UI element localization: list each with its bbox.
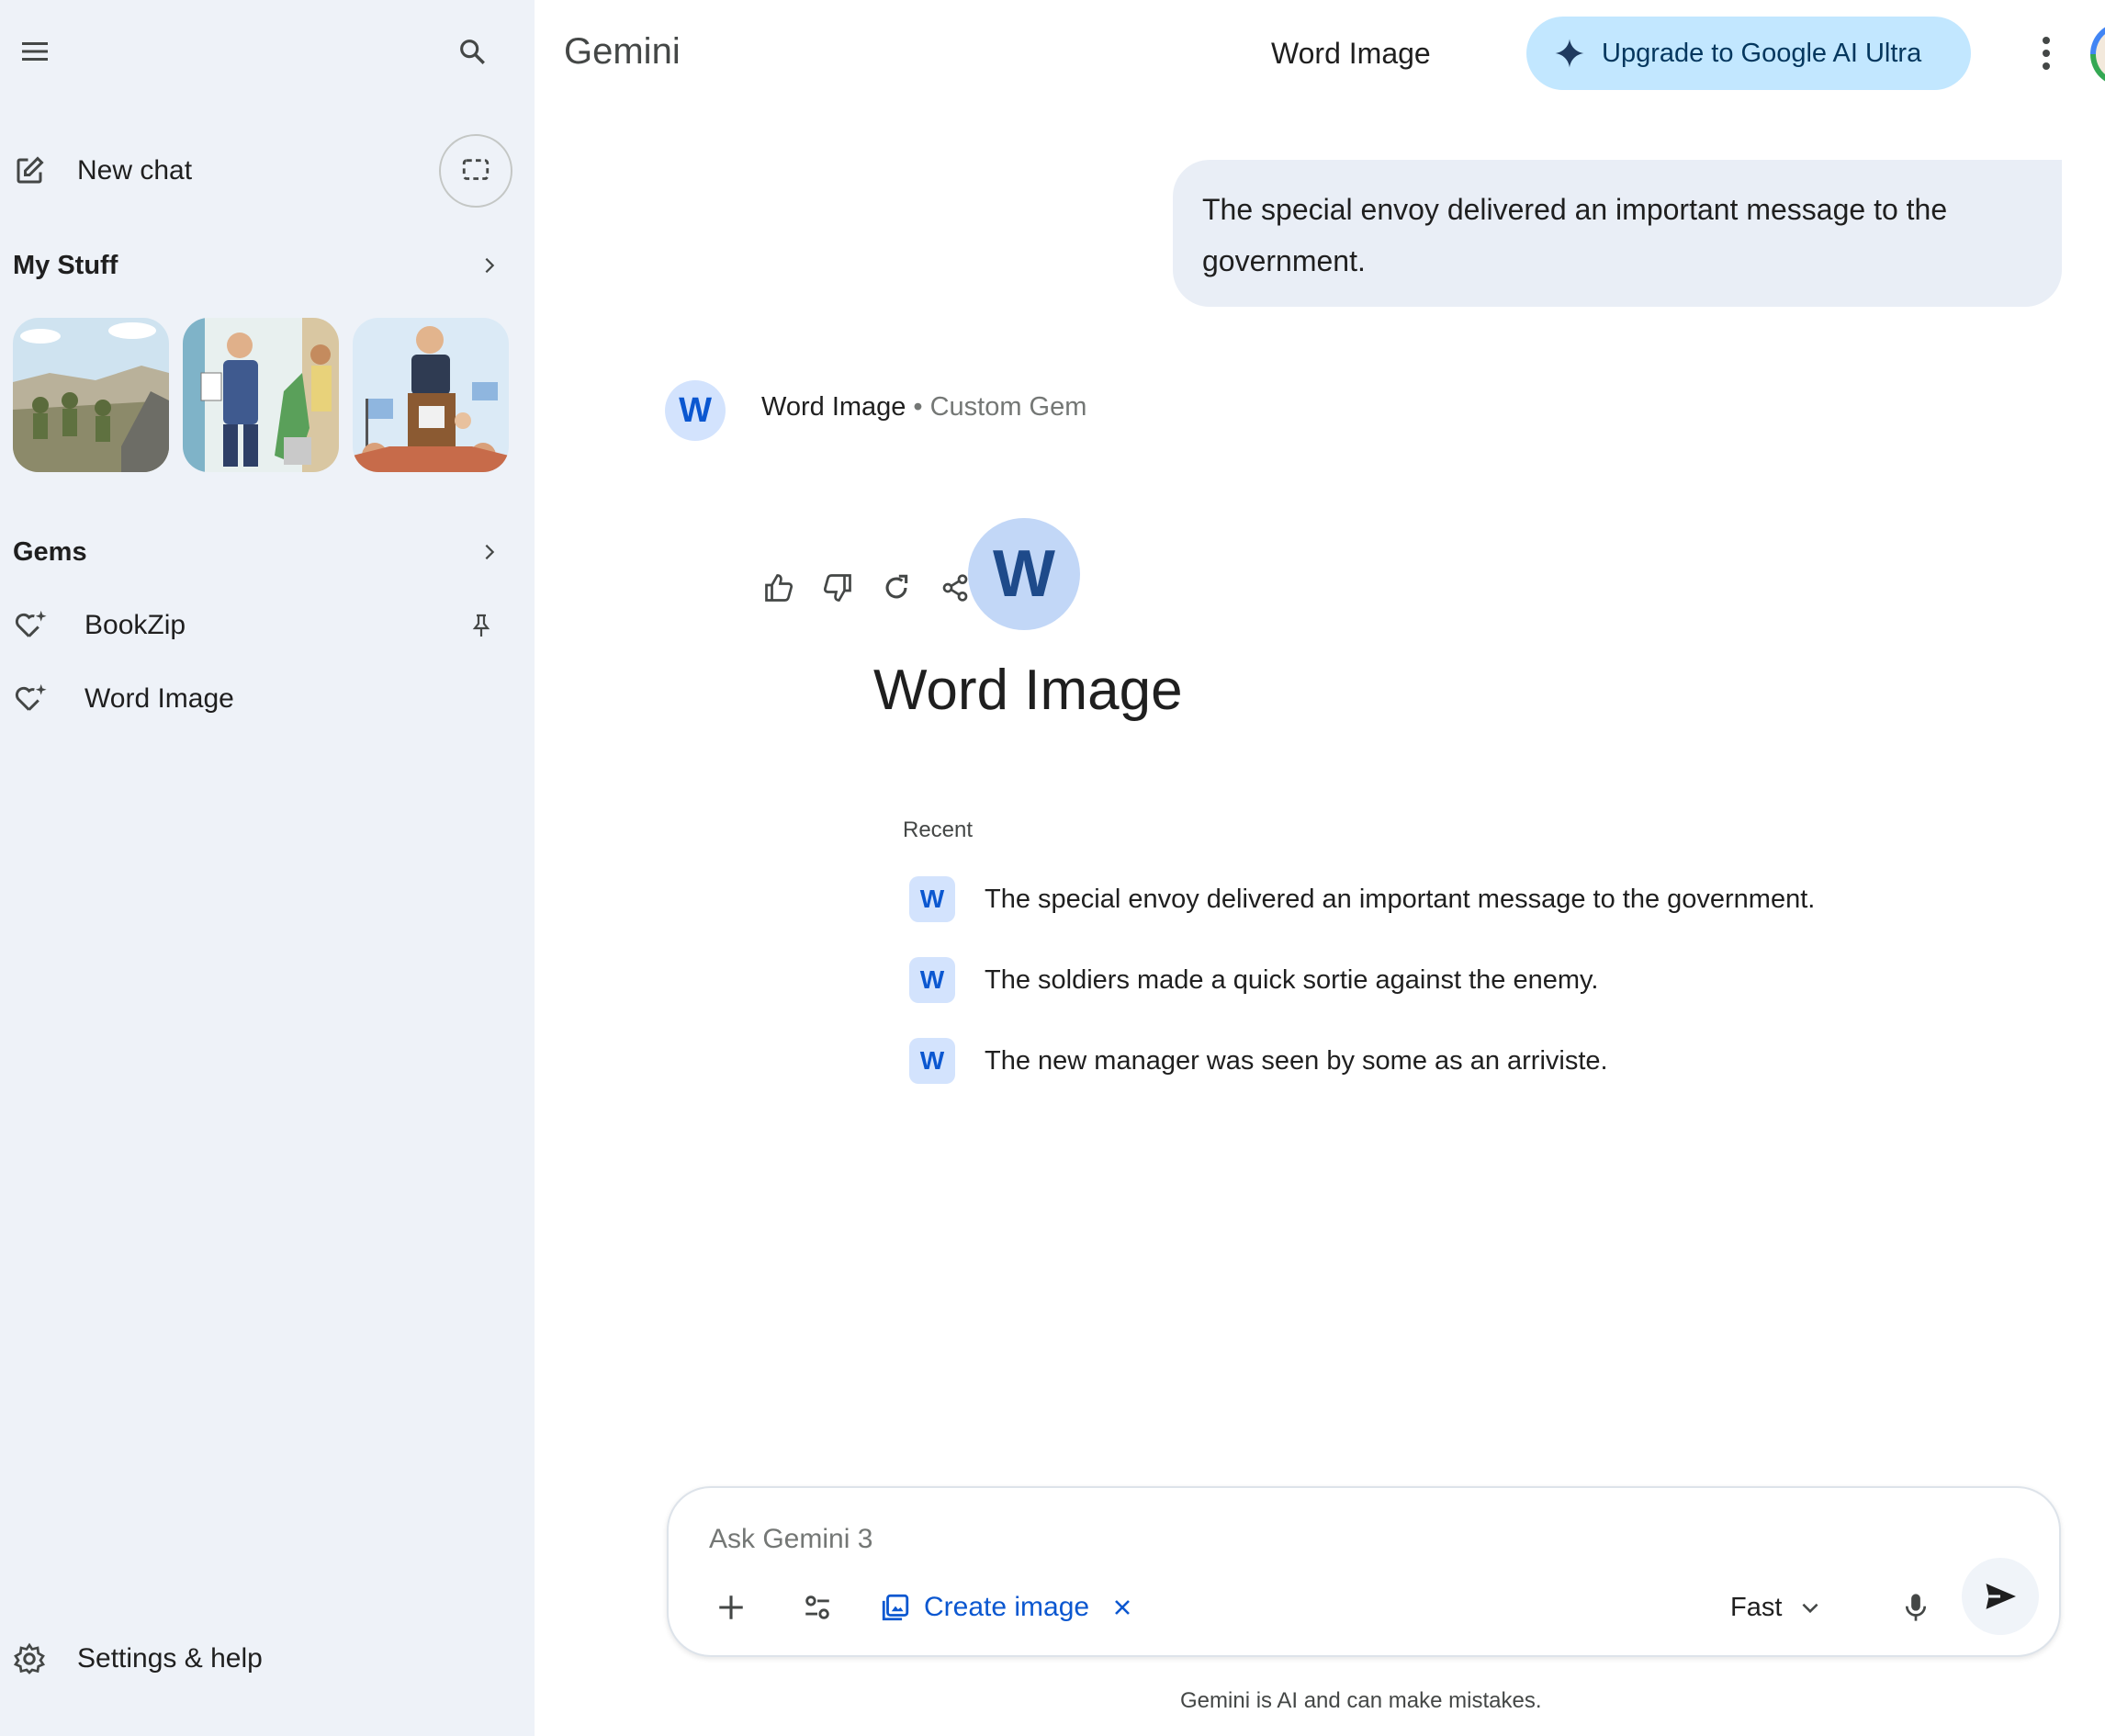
speaker-illustration-icon <box>353 318 509 472</box>
recent-chat-item[interactable]: W The new manager was seen by some as an… <box>909 1036 1608 1086</box>
my-stuff-title: My Stuff <box>13 250 118 280</box>
image-gallery-icon <box>882 1594 909 1621</box>
chevron-down-icon <box>1802 1603 1818 1614</box>
recent-chat-item[interactable]: W The special envoy delivered an importa… <box>909 874 1815 924</box>
remove-chip-button[interactable] <box>1108 1593 1137 1622</box>
gem-mini-avatar: W <box>909 1038 955 1084</box>
microphone-button[interactable] <box>1890 1582 1942 1633</box>
model-selector[interactable]: Fast <box>1730 1584 1822 1631</box>
recent-chat-label: The special envoy delivered an important… <box>985 884 1816 914</box>
main-menu-button[interactable] <box>9 26 61 77</box>
prompt-box: Create image Fast <box>667 1486 2061 1657</box>
settings-help-label: Settings & help <box>77 1643 263 1674</box>
gem-type: Custom Gem <box>929 392 1087 422</box>
send-icon <box>1986 1584 2016 1609</box>
gem-label: Word Image <box>84 683 234 714</box>
disclaimer: Gemini is AI and can make mistakes. <box>1180 1688 1542 1713</box>
recent-chat-label: The new manager was seen by some as an a… <box>985 1045 1608 1076</box>
gear-icon <box>13 1642 46 1674</box>
tune-icon <box>805 1595 829 1619</box>
account-avatar[interactable] <box>2090 22 2105 86</box>
edit-square-icon <box>17 156 44 184</box>
model-label: Fast <box>1730 1592 1783 1622</box>
gemini-app: New chat My Stuff Gems BookZip Word Imag… <box>0 0 2105 1736</box>
chevron-right-icon <box>485 544 495 560</box>
pin-button[interactable] <box>463 607 500 644</box>
gem-avatar-large: W <box>968 518 1080 630</box>
thumbs-down-icon <box>823 574 851 602</box>
new-chat-button[interactable]: New chat <box>13 145 380 197</box>
sidebar-gem-word-image[interactable]: Word Image <box>13 671 500 727</box>
envoy-illustration-icon <box>183 318 339 472</box>
my-stuff-thumbnails <box>13 318 509 472</box>
good-response-button[interactable] <box>759 568 799 608</box>
my-stuff-header[interactable]: My Stuff <box>13 243 500 287</box>
plus-icon <box>719 1595 743 1619</box>
gem-name-line: Word Image • Custom Gem <box>761 392 1086 423</box>
gem-mini-avatar: W <box>909 876 955 922</box>
refresh-icon <box>885 574 908 599</box>
sparkle-icon <box>1555 39 1584 68</box>
app-brand[interactable]: Gemini <box>564 31 681 73</box>
regenerate-button[interactable] <box>876 568 917 608</box>
thumbnail-soldiers[interactable] <box>13 318 169 472</box>
gem-title: Word Image <box>873 659 1183 722</box>
gems-header[interactable]: Gems <box>13 530 500 574</box>
gem-heart-sparkle-icon <box>15 683 47 711</box>
gem-avatar: W <box>665 380 726 441</box>
sidebar-gem-bookzip[interactable]: BookZip <box>13 598 500 653</box>
create-image-label: Create image <box>924 1592 1090 1622</box>
thumbnail-envoy[interactable] <box>183 318 339 472</box>
search-button[interactable] <box>446 26 498 77</box>
upgrade-label: Upgrade to Google AI Ultra <box>1602 38 1922 68</box>
chevron-right-icon <box>485 257 495 274</box>
hamburger-menu-icon <box>22 42 48 61</box>
recent-label: Recent <box>903 817 974 842</box>
gem-name[interactable]: Word Image <box>761 392 906 422</box>
soldiers-illustration-icon <box>13 318 169 472</box>
chat-title: Word Image <box>1271 37 1431 70</box>
search-icon <box>460 39 485 64</box>
dashed-chat-icon <box>462 159 490 180</box>
separator-dot: • <box>913 392 923 422</box>
gems-title: Gems <box>13 536 87 567</box>
more-options-button[interactable] <box>2021 28 2072 79</box>
pin-icon <box>472 614 490 637</box>
gem-mini-avatar: W <box>909 957 955 1003</box>
close-icon <box>1115 1600 1131 1615</box>
more-vert-icon <box>2043 37 2050 70</box>
prompt-input[interactable] <box>709 1521 1903 1558</box>
mic-icon <box>1905 1594 1927 1621</box>
recent-chat-label: The soldiers made a quick sortie against… <box>985 964 1599 995</box>
create-image-chip[interactable]: Create image <box>880 1582 1137 1633</box>
add-files-button[interactable] <box>705 1582 757 1633</box>
recent-chat-item[interactable]: W The soldiers made a quick sortie again… <box>909 955 1598 1005</box>
bad-response-button[interactable] <box>817 568 858 608</box>
thumbs-up-icon <box>765 574 794 602</box>
share-icon <box>942 574 968 602</box>
sidebar: New chat My Stuff Gems BookZip Word Imag… <box>0 0 535 1736</box>
tools-button[interactable] <box>792 1582 843 1633</box>
gem-label: BookZip <box>84 610 186 640</box>
upgrade-button[interactable]: Upgrade to Google AI Ultra <box>1526 17 1971 90</box>
send-button[interactable] <box>1962 1558 2039 1635</box>
user-message-bubble: The special envoy delivered an important… <box>1173 160 2062 307</box>
temporary-chat-button[interactable] <box>439 134 512 208</box>
thumbnail-speaker[interactable] <box>353 318 509 472</box>
settings-help-button[interactable]: Settings & help <box>13 1633 380 1685</box>
new-chat-label: New chat <box>77 155 193 186</box>
gem-heart-sparkle-icon <box>15 610 47 637</box>
response-actions <box>759 568 975 608</box>
